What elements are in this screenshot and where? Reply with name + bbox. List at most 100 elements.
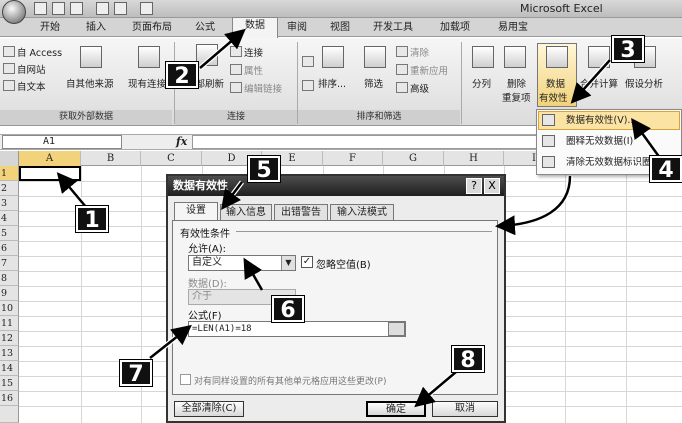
section-divider (236, 231, 492, 232)
step-callout-2: 2 (166, 62, 198, 89)
apply-all-checkbox[interactable] (180, 374, 191, 385)
tab-page-layout[interactable]: 页面布局 (124, 20, 180, 37)
row-header-4[interactable]: 4 (0, 211, 19, 226)
office-orb-icon[interactable] (2, 0, 26, 24)
sort-za-icon[interactable] (302, 80, 314, 91)
ignore-blank-checkbox[interactable]: ✓ (301, 256, 313, 268)
row-header-2[interactable]: 2 (0, 181, 19, 196)
remove-duplicates-icon (504, 46, 526, 68)
step-callout-1: 1 (76, 206, 108, 233)
fx-icon[interactable]: fx (176, 135, 187, 148)
row-header-10[interactable]: 10 (0, 301, 19, 316)
existing-connections-icon (138, 46, 160, 68)
save-icon[interactable] (34, 2, 47, 15)
allow-label: 允许(A): (188, 244, 227, 255)
row-header-13[interactable]: 13 (0, 346, 19, 361)
grid-line (81, 166, 82, 423)
redo-icon[interactable] (70, 2, 83, 15)
print-preview-icon[interactable] (96, 2, 109, 15)
close-icon[interactable]: X (484, 178, 500, 194)
column-header-f[interactable]: F (323, 151, 383, 166)
existing-connections-button[interactable]: 现有连接 (128, 76, 166, 90)
reapply-button[interactable]: 重新应用 (410, 63, 448, 77)
consolidate-button[interactable]: 合并计算 (580, 76, 618, 90)
column-header-b[interactable]: B (81, 151, 141, 166)
group-label-external-data: 获取外部数据 (0, 110, 172, 125)
tab-view[interactable]: 视图 (322, 20, 358, 37)
sort-az-icon[interactable] (302, 56, 314, 67)
tab-review[interactable]: 审阅 (280, 20, 314, 37)
row-header-6[interactable]: 6 (0, 241, 19, 256)
remove-duplicates-button[interactable]: 删除 (507, 76, 526, 90)
tab-add-ins[interactable]: 加载项 (432, 20, 478, 37)
tab-insert[interactable]: 插入 (78, 20, 114, 37)
tab-formulas[interactable]: 公式 (186, 20, 224, 37)
row-header-15[interactable]: 15 (0, 376, 19, 391)
grid-line (565, 166, 566, 423)
formula-field[interactable]: =LEN(A1)=18 (188, 321, 406, 337)
print-icon[interactable] (114, 2, 127, 15)
ok-button[interactable]: 确定 (366, 401, 426, 417)
undo-icon[interactable] (52, 2, 65, 15)
tab-developer[interactable]: 开发工具 (366, 20, 420, 37)
from-access-button[interactable]: 自 Access (17, 45, 62, 59)
web-icon (3, 63, 15, 74)
advanced-icon (396, 82, 408, 93)
remove-duplicates-label-2: 重复项 (502, 93, 531, 104)
row-header-11[interactable]: 11 (0, 316, 19, 331)
column-header-a[interactable]: A (19, 151, 81, 166)
step-callout-8: 8 (452, 346, 484, 373)
text-to-columns-button[interactable]: 分列 (472, 76, 491, 90)
text-icon (3, 80, 15, 91)
what-if-button[interactable]: 假设分析 (625, 76, 663, 90)
from-other-sources-button[interactable]: 自其他来源 (66, 76, 114, 90)
chevron-down-icon[interactable]: ▼ (281, 256, 295, 270)
row-header-8[interactable]: 8 (0, 271, 19, 286)
row-header-16[interactable]: 16 (0, 391, 19, 406)
clear-button[interactable]: 清除 (410, 45, 429, 59)
row-header-14[interactable]: 14 (0, 361, 19, 376)
dialog-tab-ime-mode[interactable]: 输入法模式 (330, 204, 394, 220)
data-label: 数据(D): (188, 279, 227, 290)
step-callout-3: 3 (612, 36, 644, 63)
row-header-9[interactable]: 9 (0, 286, 19, 301)
from-web-button[interactable]: 自网站 (17, 62, 46, 76)
dialog-tab-settings[interactable]: 设置 (174, 202, 218, 221)
row-header-12[interactable]: 12 (0, 331, 19, 346)
cancel-button[interactable]: 取消 (432, 401, 498, 417)
tab-easy-tools[interactable]: 易用宝 (490, 20, 536, 37)
row-header-5[interactable]: 5 (0, 226, 19, 241)
ignore-blank-label: 忽略空值(B) (316, 260, 371, 271)
help-button[interactable]: ? (466, 178, 482, 194)
column-header-h[interactable]: H (444, 151, 504, 166)
dialog-tab-input-message[interactable]: 输入信息 (220, 204, 272, 220)
column-header-c[interactable]: C (141, 151, 202, 166)
tab-home[interactable]: 开始 (30, 20, 70, 37)
menu-item-data-validation[interactable]: 数据有效性(V)... (538, 111, 680, 130)
row-header-17[interactable] (0, 406, 19, 423)
tab-data[interactable]: 数据 (232, 17, 278, 38)
clear-all-button[interactable]: 全部清除(C) (174, 401, 244, 417)
row-header-3[interactable]: 3 (0, 196, 19, 211)
edit-links-button[interactable]: 编辑链接 (244, 81, 282, 95)
customize-toolbar-icon[interactable] (140, 2, 153, 15)
from-text-button[interactable]: 自文本 (17, 79, 46, 93)
sort-button[interactable]: 排序... (318, 76, 346, 90)
active-cell-a1[interactable] (19, 166, 81, 181)
connections-button[interactable]: 连接 (244, 45, 263, 59)
select-all-corner[interactable] (0, 151, 19, 166)
collapse-dialog-icon[interactable] (388, 322, 405, 336)
filter-button[interactable]: 筛选 (364, 76, 383, 90)
column-header-g[interactable]: G (383, 151, 444, 166)
advanced-button[interactable]: 高级 (410, 81, 429, 95)
connections-icon (230, 46, 242, 57)
dialog-tab-error-alert[interactable]: 出错警告 (274, 204, 328, 220)
other-sources-icon (80, 46, 102, 68)
properties-button[interactable]: 属性 (244, 63, 263, 77)
name-box[interactable]: A1 (2, 135, 122, 149)
row-header-1[interactable]: 1 (0, 166, 19, 181)
menu-item-circle-invalid[interactable]: 圈释无效数据(I) (538, 132, 680, 151)
allow-select[interactable]: 自定义 (188, 255, 296, 271)
split-icon (472, 46, 494, 68)
row-header-7[interactable]: 7 (0, 256, 19, 271)
